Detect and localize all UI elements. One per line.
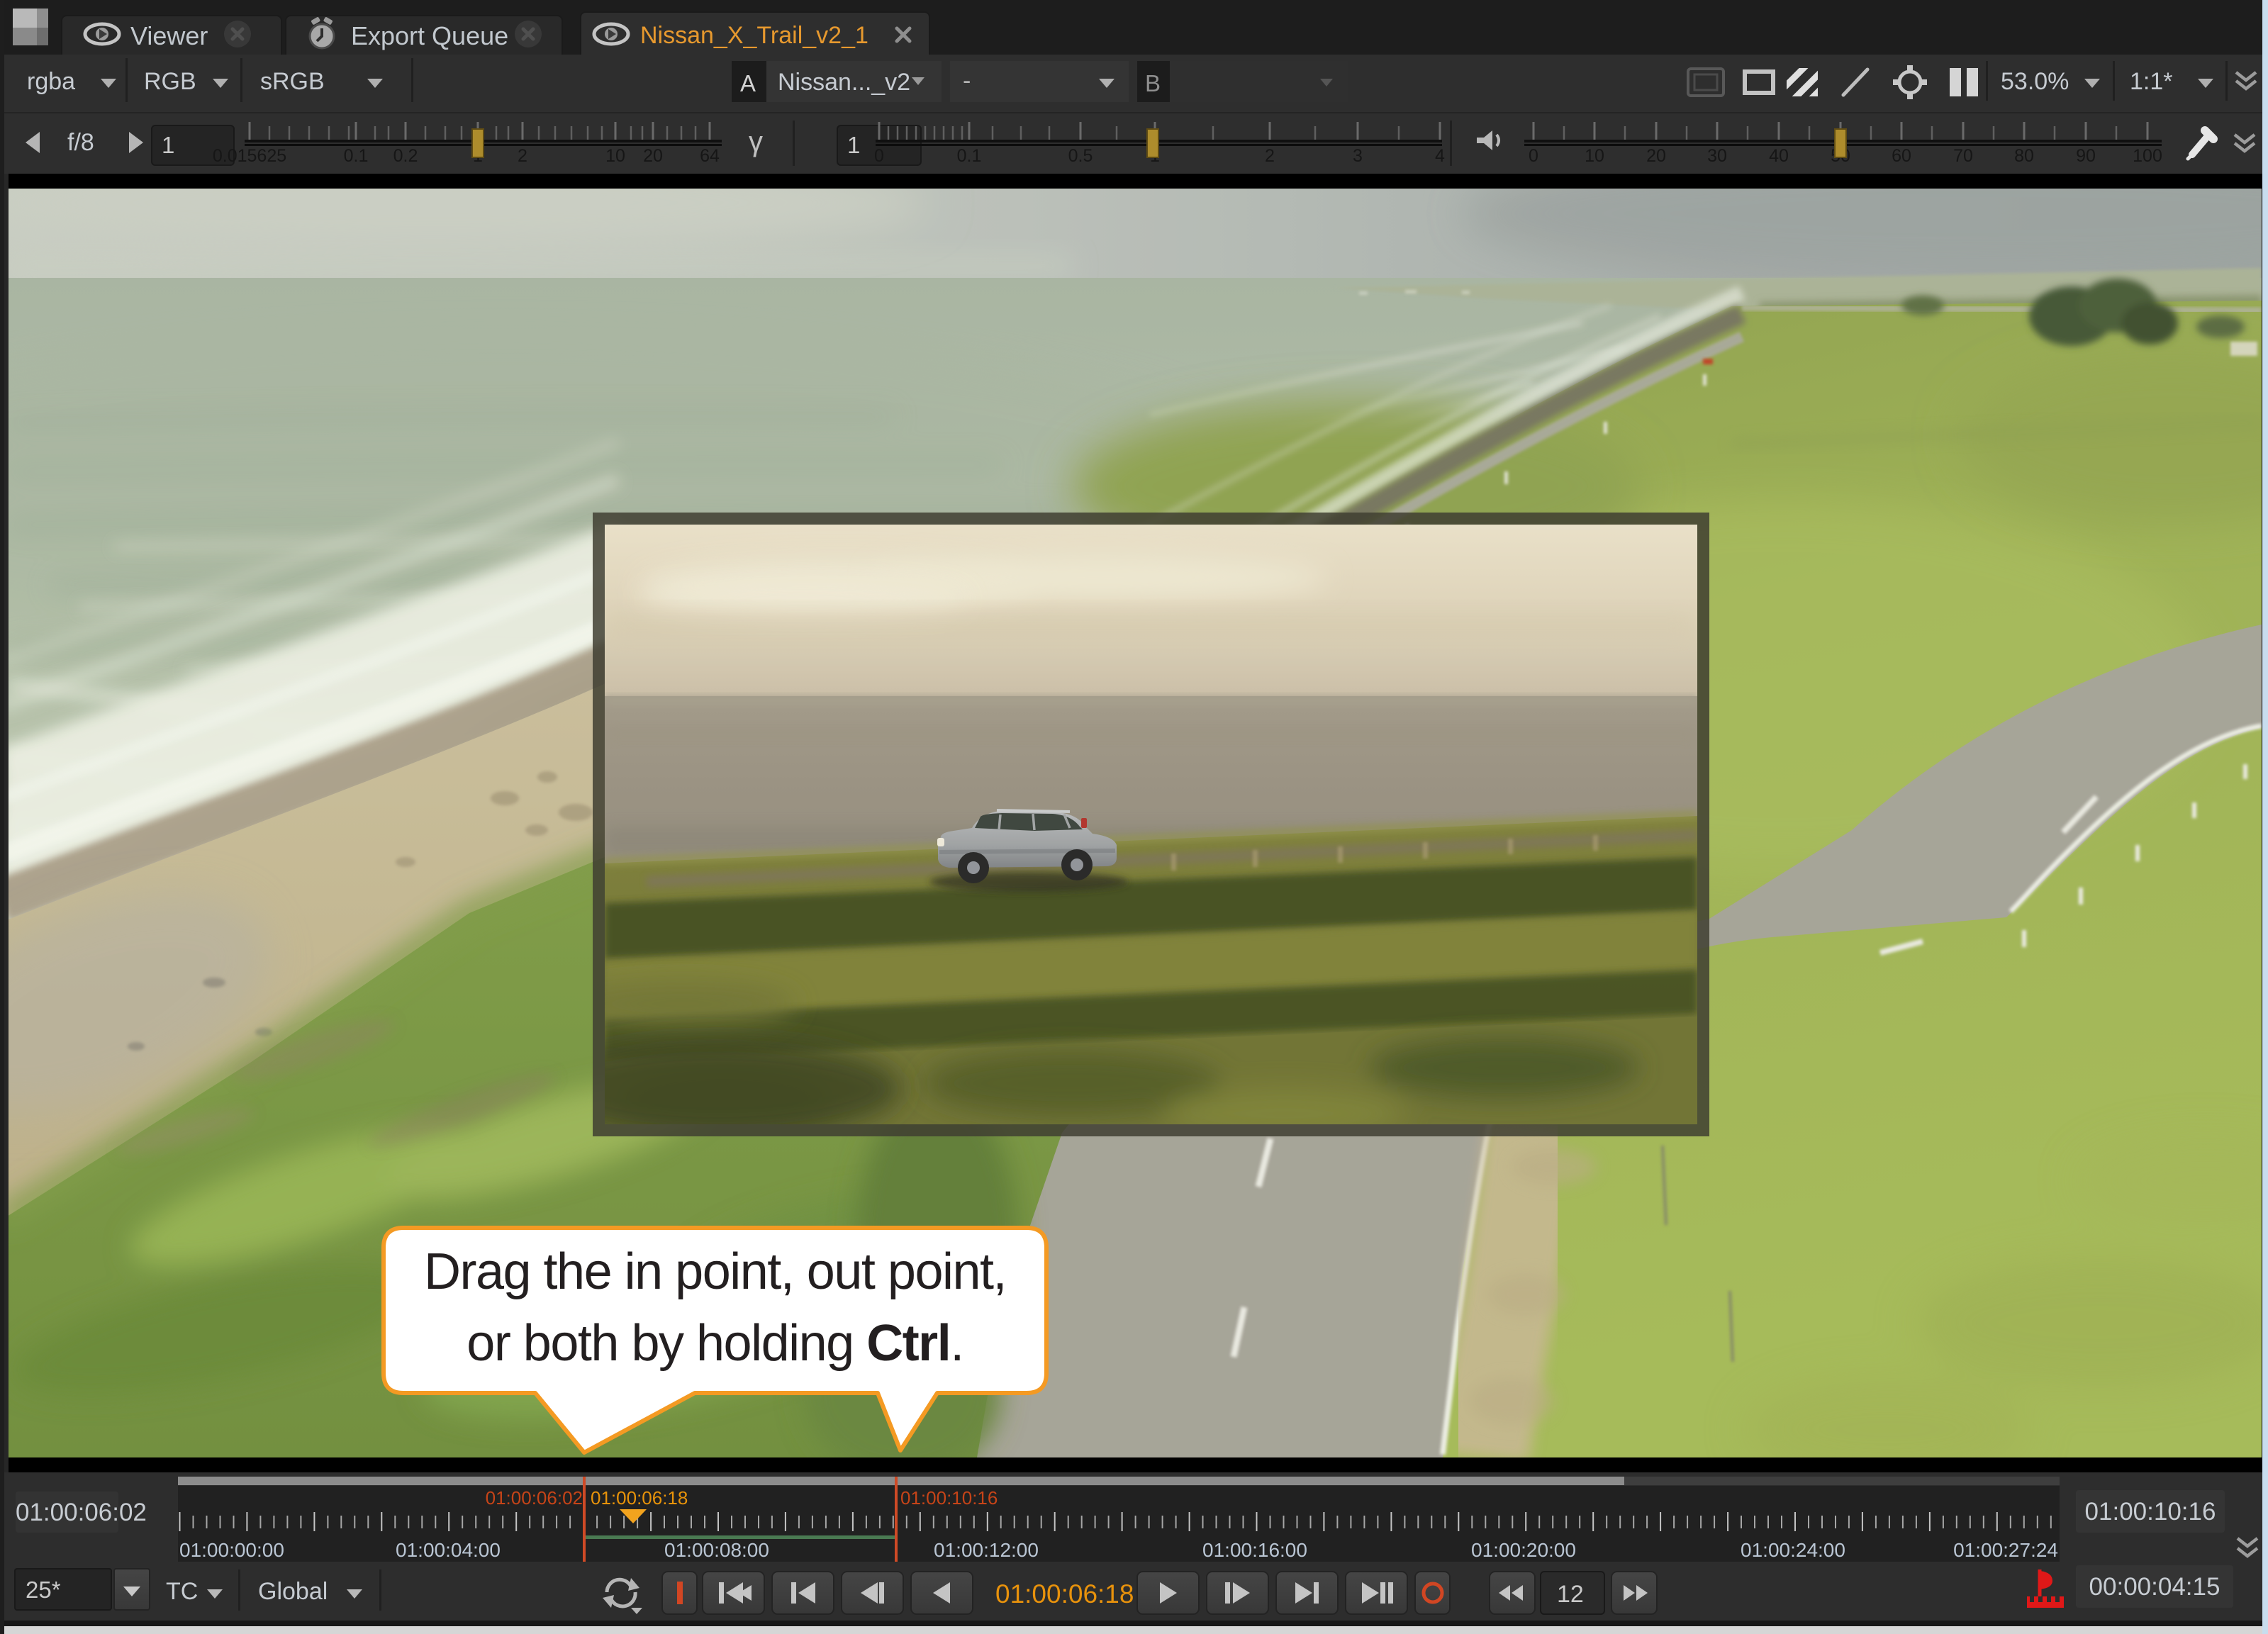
svg-text:70: 70: [1953, 146, 1973, 166]
svg-text:4: 4: [1435, 146, 1445, 166]
svg-text:01:00:08:00: 01:00:08:00: [664, 1539, 769, 1561]
svg-text:01:00:20:00: 01:00:20:00: [1471, 1539, 1576, 1561]
svg-text:01:00:00:00: 01:00:00:00: [179, 1539, 284, 1561]
svg-text:10: 10: [1585, 146, 1604, 166]
svg-text:90: 90: [2076, 146, 2096, 166]
svg-text:0.2: 0.2: [393, 146, 418, 166]
svg-text:2: 2: [518, 146, 527, 166]
svg-text:0: 0: [1529, 146, 1538, 166]
svg-text:01:00:16:00: 01:00:16:00: [1202, 1539, 1307, 1561]
svg-text:100: 100: [2133, 146, 2162, 166]
svg-text:01:00:04:00: 01:00:04:00: [396, 1539, 501, 1561]
svg-text:0.5: 0.5: [1068, 146, 1093, 166]
svg-text:01:00:06:18: 01:00:06:18: [591, 1487, 688, 1509]
svg-text:30: 30: [1707, 146, 1727, 166]
svg-text:0: 0: [874, 146, 884, 166]
svg-text:0.1: 0.1: [344, 146, 369, 166]
svg-text:2: 2: [1265, 146, 1275, 166]
svg-text:0.015625: 0.015625: [213, 146, 286, 166]
svg-text:20: 20: [1646, 146, 1666, 166]
svg-text:40: 40: [1769, 146, 1789, 166]
svg-text:0.1: 0.1: [957, 146, 982, 166]
svg-text:80: 80: [2014, 146, 2034, 166]
svg-text:60: 60: [1892, 146, 1911, 166]
svg-text:01:00:24:00: 01:00:24:00: [1741, 1539, 1845, 1561]
svg-text:3: 3: [1353, 146, 1363, 166]
svg-text:10: 10: [605, 146, 625, 166]
svg-text:20: 20: [643, 146, 663, 166]
svg-text:64: 64: [700, 146, 720, 166]
svg-text:01:00:06:02: 01:00:06:02: [486, 1487, 583, 1509]
svg-text:01:00:10:16: 01:00:10:16: [900, 1487, 998, 1509]
svg-text:01:00:12:00: 01:00:12:00: [934, 1539, 1039, 1561]
svg-text:01:00:27:24: 01:00:27:24: [1953, 1539, 2058, 1561]
